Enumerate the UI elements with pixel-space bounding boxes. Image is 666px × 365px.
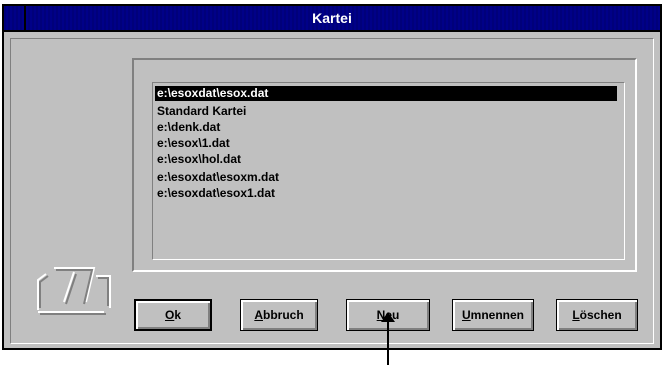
window-title: Kartei xyxy=(312,10,352,26)
list-item[interactable]: Standard Kartei xyxy=(155,104,246,119)
abbruch-button-label: Abbruch xyxy=(254,308,304,322)
list-item[interactable]: e:\esoxdat\esox.dat xyxy=(155,86,617,101)
list-item[interactable]: e:\denk.dat xyxy=(155,120,220,135)
umnennen-button[interactable]: Umnennen xyxy=(452,299,534,331)
list-item[interactable]: e:\esoxdat\esoxm.dat xyxy=(155,170,279,185)
loeschen-button-label: Löschen xyxy=(572,308,622,322)
list-item[interactable]: e:\esoxdat\esox1.dat xyxy=(155,186,275,201)
loeschen-button[interactable]: Löschen xyxy=(556,299,638,331)
ok-button[interactable]: Ok xyxy=(134,299,212,331)
title-bar[interactable]: Kartei xyxy=(4,6,660,32)
ok-button-label: Ok xyxy=(164,308,182,322)
pointer-arrow-line xyxy=(387,319,389,365)
system-menu-box[interactable] xyxy=(4,6,26,30)
umnennen-button-label: Umnennen xyxy=(461,308,524,322)
list-item[interactable]: e:\esox\hol.dat xyxy=(155,152,241,167)
app-logo-icon xyxy=(37,267,111,315)
list-item[interactable]: e:\esox\1.dat xyxy=(155,136,230,151)
abbruch-button[interactable]: Abbruch xyxy=(240,299,318,331)
